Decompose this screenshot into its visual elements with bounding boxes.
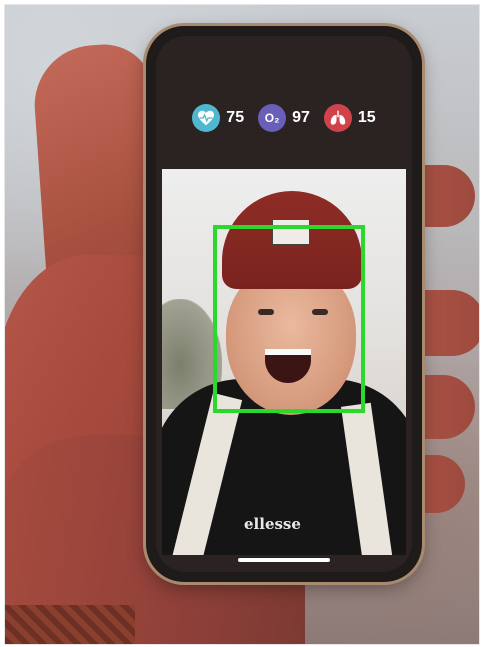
heart-rate-metric[interactable]: 75 bbox=[192, 104, 244, 132]
respiration-metric[interactable]: 15 bbox=[323, 104, 376, 132]
vitals-bar: 75 O₂ 97 15 bbox=[156, 96, 412, 140]
phone: 75 O₂ 97 15 ellesse bbox=[146, 26, 422, 582]
oxygen-icon-label: O₂ bbox=[264, 111, 280, 125]
oxygen-o2-icon: O₂ bbox=[258, 104, 287, 132]
heart-rate-value: 75 bbox=[226, 109, 245, 126]
phone-screen: 75 O₂ 97 15 ellesse bbox=[156, 36, 412, 572]
face-detection-box bbox=[213, 225, 365, 413]
lungs-icon bbox=[323, 104, 352, 132]
respiration-value: 15 bbox=[357, 109, 376, 126]
sleeve bbox=[5, 605, 135, 644]
jacket-brand-text: ellesse bbox=[244, 515, 301, 533]
oxygen-value: 97 bbox=[292, 109, 310, 126]
camera-feed: ellesse bbox=[162, 169, 406, 555]
oxygen-metric[interactable]: O₂ 97 bbox=[258, 104, 310, 132]
heart-pulse-icon bbox=[192, 104, 221, 132]
home-indicator[interactable] bbox=[238, 558, 330, 562]
